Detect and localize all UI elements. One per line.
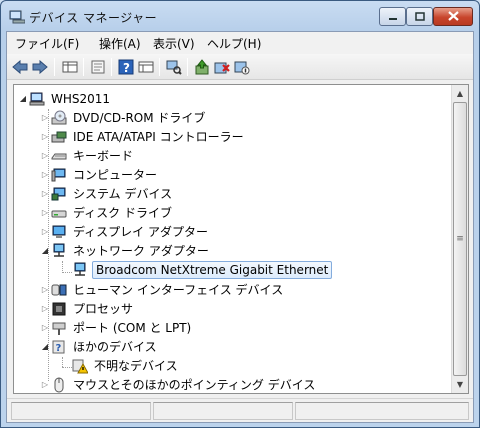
minimize-button[interactable] (379, 7, 406, 26)
keyboard-icon (51, 148, 67, 164)
vertical-scrollbar[interactable]: ▲ ≡ ▼ (451, 85, 468, 393)
maximize-button[interactable] (406, 7, 433, 26)
help-icon[interactable]: ? (117, 58, 135, 76)
toolbar: ? (7, 54, 473, 80)
collapse-arrow-icon[interactable]: ◢ (40, 342, 50, 351)
dvd-drive-icon (51, 110, 67, 126)
port-icon (51, 320, 67, 336)
collapse-arrow-icon[interactable]: ◢ (40, 246, 50, 255)
status-bar (7, 398, 473, 422)
status-pane-3 (295, 402, 469, 420)
back-arrow-icon[interactable] (11, 58, 29, 76)
forward-arrow-icon[interactable] (31, 58, 49, 76)
scan-hardware-icon[interactable] (165, 58, 183, 76)
tree-item-processor[interactable]: ▷ プロセッサ (40, 299, 135, 318)
disable-icon[interactable] (233, 58, 251, 76)
grid-view-icon[interactable] (61, 58, 79, 76)
title-bar[interactable]: デバイス マネージャー (1, 1, 479, 31)
tree-item-other[interactable]: ◢ ? ほかのデバイス (40, 337, 159, 356)
scrollbar-thumb[interactable]: ≡ (453, 102, 467, 376)
display-adapter-icon (51, 224, 67, 240)
mouse-icon (51, 377, 67, 393)
maximize-icon (414, 10, 425, 24)
tree-item-unknown[interactable]: 不明なデバイス (72, 356, 180, 375)
tree-item-hid[interactable]: ▷ ヒューマン インターフェイス デバイス (40, 280, 285, 299)
selected-device-label: Broadcom NetXtreme Gigabit Ethernet (92, 260, 333, 279)
menu-help[interactable]: ヘルプ(H) (207, 35, 261, 52)
system-device-icon (51, 186, 67, 202)
tree-item-ide[interactable]: ▷ IDE ATA/ATAPI コントローラー (40, 127, 246, 146)
close-button[interactable] (433, 7, 473, 26)
expand-arrow-icon[interactable]: ▷ (40, 304, 50, 313)
status-pane-1 (11, 402, 151, 420)
computer-root-icon (29, 91, 45, 107)
expand-arrow-icon[interactable]: ▷ (40, 189, 50, 198)
device-manager-icon (9, 10, 26, 27)
client-area: ファイル(F) 操作(A) 表示(V) ヘルプ(H) ? ◢ WHS2011 ▷… (6, 31, 474, 423)
list-view-icon[interactable] (137, 58, 155, 76)
tree-item-port[interactable]: ▷ ポート (COM と LPT) (40, 318, 193, 337)
expand-arrow-icon[interactable]: ▷ (40, 151, 50, 160)
scroll-up-icon[interactable]: ▲ (452, 85, 468, 102)
minimize-icon (388, 10, 398, 24)
device-manager-window: デバイス マネージャー ファイル(F) 操作(A) 表示(V) ヘルプ(H) ? (0, 0, 480, 428)
tree-item-mouse[interactable]: ▷ マウスとそのほかのポインティング デバイス (40, 375, 317, 393)
tree-root[interactable]: ◢ WHS2011 (18, 89, 112, 108)
expand-arrow-icon[interactable]: ▷ (40, 132, 50, 141)
close-icon (447, 10, 459, 24)
expand-arrow-icon[interactable]: ▷ (40, 380, 50, 389)
uninstall-icon[interactable] (213, 58, 231, 76)
unknown-device-warning-icon (72, 358, 88, 374)
update-driver-icon[interactable] (193, 58, 211, 76)
device-tree[interactable]: ◢ WHS2011 ▷ DVD/CD-ROM ドライブ ▷ IDE ATA/AT… (13, 84, 469, 394)
status-pane-2 (153, 402, 293, 420)
tree-root-label: WHS2011 (51, 91, 111, 106)
menu-file[interactable]: ファイル(F) (15, 35, 79, 52)
menu-action[interactable]: 操作(A) (99, 35, 141, 52)
hid-icon (51, 282, 67, 298)
tree-item-keyboard[interactable]: ▷ キーボード (40, 146, 135, 165)
menu-view[interactable]: 表示(V) (153, 35, 195, 52)
processor-icon (51, 301, 67, 317)
expand-arrow-icon[interactable]: ▷ (40, 170, 50, 179)
collapse-arrow-icon[interactable]: ◢ (18, 94, 28, 103)
tree-item-dvd[interactable]: ▷ DVD/CD-ROM ドライブ (40, 108, 207, 127)
tree-item-display[interactable]: ▷ ディスプレイ アダプター (40, 222, 210, 241)
computer-icon (51, 167, 67, 183)
network-adapter-icon (51, 243, 67, 259)
tree-item-system[interactable]: ▷ システム デバイス (40, 184, 174, 203)
tree-item-network[interactable]: ◢ ネットワーク アダプター (40, 241, 211, 260)
scroll-down-icon[interactable]: ▼ (452, 376, 468, 393)
expand-arrow-icon[interactable]: ▷ (40, 208, 50, 217)
ide-controller-icon (51, 129, 67, 145)
svg-text:?: ? (123, 61, 130, 75)
disk-drive-icon (51, 205, 67, 221)
expand-arrow-icon[interactable]: ▷ (40, 113, 50, 122)
svg-text:?: ? (56, 343, 62, 354)
tree-item-disk[interactable]: ▷ ディスク ドライブ (40, 203, 174, 222)
network-card-icon (72, 262, 88, 278)
expand-arrow-icon[interactable]: ▷ (40, 227, 50, 236)
window-title: デバイス マネージャー (29, 11, 158, 25)
tree-item-computer[interactable]: ▷ コンピューター (40, 165, 159, 184)
properties-icon[interactable] (89, 58, 107, 76)
other-devices-icon: ? (51, 339, 67, 355)
tree-item-broadcom[interactable]: Broadcom NetXtreme Gigabit Ethernet (72, 260, 333, 279)
expand-arrow-icon[interactable]: ▷ (40, 285, 50, 294)
menu-bar: ファイル(F) 操作(A) 表示(V) ヘルプ(H) (7, 32, 473, 54)
expand-arrow-icon[interactable]: ▷ (40, 323, 50, 332)
